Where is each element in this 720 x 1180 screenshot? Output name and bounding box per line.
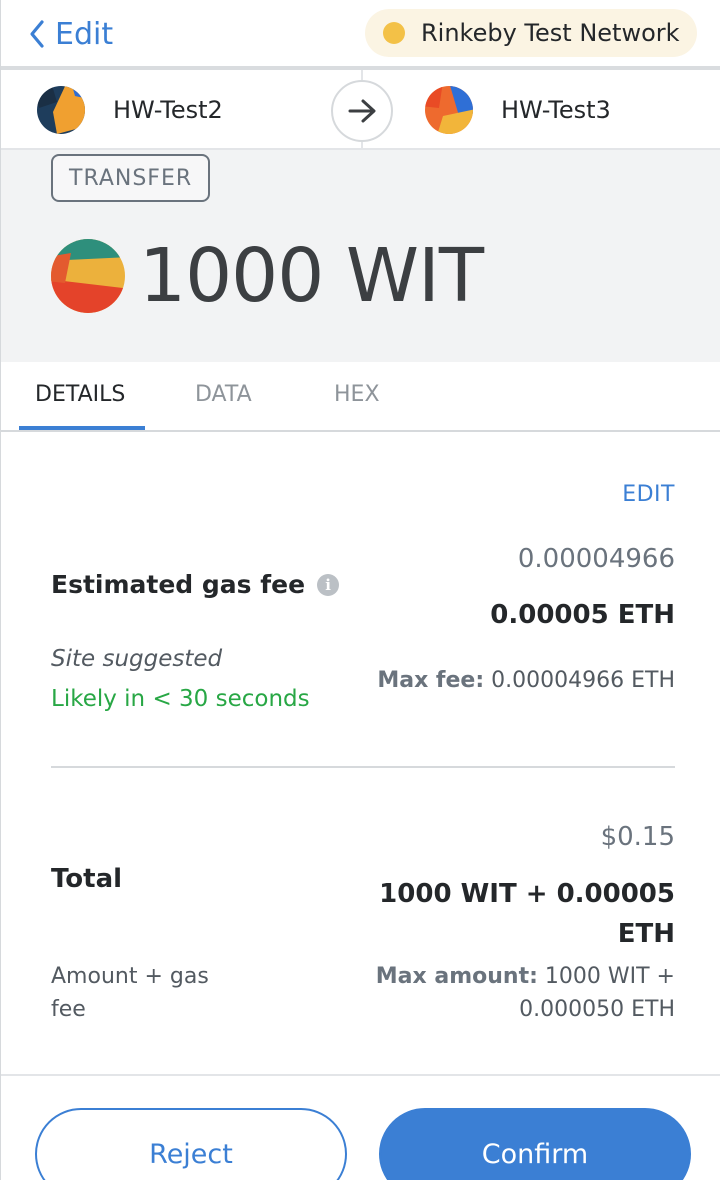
confirm-button[interactable]: Confirm xyxy=(379,1108,691,1180)
estimated-gas-fee-label: Estimated gas fee xyxy=(51,570,306,599)
total-label: Total xyxy=(51,864,123,894)
total-subtitle: Amount + gas fee xyxy=(51,964,209,1022)
back-edit-link[interactable]: Edit xyxy=(29,14,113,54)
detail-tabs: DETAILS DATA HEX xyxy=(1,362,720,432)
sender-recipient-bar: HW-Test2 HW-Test3 xyxy=(1,70,720,150)
total-value-line2: ETH xyxy=(617,919,675,949)
info-icon[interactable]: i xyxy=(317,573,340,596)
chevron-left-icon xyxy=(30,20,44,48)
total-value: 1000 WIT + 0.00005 ETH xyxy=(375,874,675,954)
max-amount: Max amount: 1000 WIT + 0.000050 ETH xyxy=(275,960,675,1026)
active-tab-indicator xyxy=(19,426,145,430)
gas-fee-secondary-value: 0.00004966 xyxy=(517,544,675,574)
divider-line-top xyxy=(361,70,363,80)
recipient-account[interactable]: HW-Test3 xyxy=(425,86,611,134)
transaction-summary: TRANSFER 1000 WIT xyxy=(1,150,720,362)
divider-line-bottom xyxy=(361,142,363,150)
section-divider xyxy=(51,766,675,768)
total-value-line1: 1000 WIT + 0.00005 xyxy=(379,879,675,909)
max-fee-label: Max fee: xyxy=(377,668,485,693)
network-label: Rinkeby Test Network xyxy=(421,19,680,47)
sender-identicon xyxy=(37,86,85,134)
tab-hex[interactable]: HEX xyxy=(334,382,380,407)
confirm-transaction-screen: Edit Rinkeby Test Network HW-Test2 HW-Te… xyxy=(0,0,720,1180)
site-suggested-label: Site suggested xyxy=(51,646,223,672)
transfer-arrow xyxy=(331,80,393,142)
transfer-amount: 1000 WIT xyxy=(139,233,484,319)
footer-divider xyxy=(1,1074,720,1076)
details-panel: EDIT 0.00004966 Estimated gas fee i 0.00… xyxy=(1,432,720,1074)
network-status-dot xyxy=(383,22,405,44)
recipient-identicon xyxy=(425,86,473,134)
recipient-account-name: HW-Test3 xyxy=(501,96,611,124)
network-selector[interactable]: Rinkeby Test Network xyxy=(365,9,697,57)
max-fee: Max fee: 0.00004966 ETH xyxy=(377,668,675,693)
token-identicon xyxy=(51,239,125,313)
arrow-right-icon xyxy=(348,99,376,123)
edit-gas-button[interactable]: EDIT xyxy=(622,482,675,507)
amount-row: 1000 WIT xyxy=(51,233,484,319)
gas-timing-estimate: Likely in < 30 seconds xyxy=(51,686,310,712)
max-fee-value: 0.00004966 ETH xyxy=(491,668,675,693)
estimated-gas-fee-heading: Estimated gas fee i xyxy=(51,570,340,599)
action-badge: TRANSFER xyxy=(51,154,211,202)
tab-details[interactable]: DETAILS xyxy=(35,382,125,407)
tab-data[interactable]: DATA xyxy=(195,382,252,407)
back-edit-label: Edit xyxy=(55,16,114,52)
header: Edit Rinkeby Test Network xyxy=(1,0,720,68)
max-amount-value: 1000 WIT + 0.000050 ETH xyxy=(519,964,675,1022)
reject-button[interactable]: Reject xyxy=(35,1108,347,1180)
sender-account-name: HW-Test2 xyxy=(113,96,223,124)
total-fiat-value: $0.15 xyxy=(600,822,675,852)
gas-fee-primary-value: 0.00005 ETH xyxy=(490,600,675,630)
sender-account[interactable]: HW-Test2 xyxy=(37,86,223,134)
max-amount-label: Max amount: xyxy=(375,964,538,989)
